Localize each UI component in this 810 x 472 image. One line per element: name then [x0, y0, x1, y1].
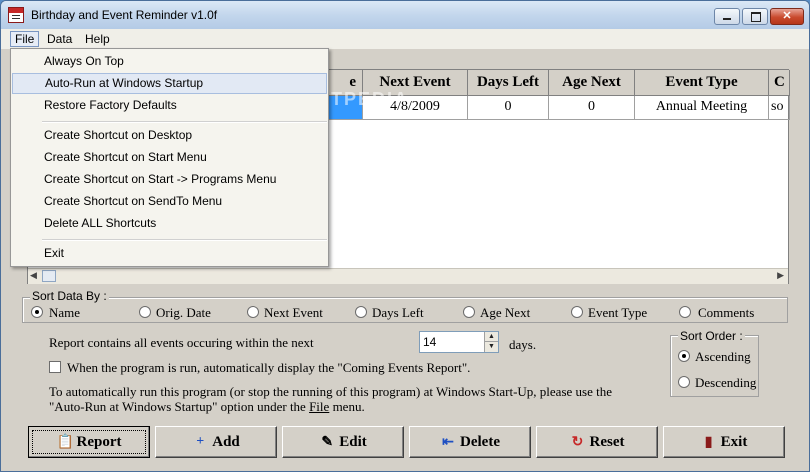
days-spinner-value[interactable]: 14	[423, 335, 436, 349]
add-icon: +	[196, 434, 205, 449]
menu-bar: File Data Help	[1, 29, 809, 49]
calendar-icon[interactable]	[8, 7, 24, 23]
auto-display-checkbox[interactable]	[49, 361, 61, 373]
sort-label-days-left: Days Left	[372, 305, 424, 320]
edit-button[interactable]: ✎ Edit	[282, 426, 404, 458]
grid-cell-comments[interactable]: so	[769, 96, 790, 120]
scroll-thumb[interactable]	[42, 270, 56, 282]
menu-item-shortcut-programs[interactable]: Create Shortcut on Start -> Programs Men…	[12, 169, 327, 190]
report-button[interactable]: 📋 Report	[28, 426, 150, 458]
sort-order-label-ascending: Ascending	[695, 349, 751, 364]
menu-file[interactable]: File	[10, 31, 40, 47]
sort-order-radio-descending[interactable]	[678, 376, 690, 388]
menu-item-always-on-top[interactable]: Always On Top	[12, 51, 327, 72]
menu-item-auto-run[interactable]: Auto-Run at Windows Startup	[12, 73, 327, 94]
title-bar[interactable]: Birthday and Event Reminder v1.0f	[1, 1, 809, 29]
grid-header-comments[interactable]: C	[769, 70, 790, 96]
menu-help[interactable]: Help	[81, 31, 114, 47]
exit-door-icon: ▮	[704, 434, 713, 450]
sort-label-event-type: Event Type	[588, 305, 648, 320]
grid-cell-event-type[interactable]: Annual Meeting	[635, 96, 769, 120]
menu-item-shortcut-desktop[interactable]: Create Shortcut on Desktop	[12, 125, 327, 146]
grid-header-event-type[interactable]: Event Type	[635, 70, 769, 96]
sort-label-comments: Comments	[698, 305, 755, 320]
auto-display-label: When the program is run, automatically d…	[67, 360, 471, 375]
sort-order-label: Sort Order :	[678, 329, 745, 343]
delete-button-label: Delete	[460, 433, 500, 450]
sort-radio-comments[interactable]	[679, 306, 691, 318]
sort-data-label: Sort Data By :	[30, 289, 109, 303]
minimize-button[interactable]	[714, 8, 740, 25]
sort-radio-name[interactable]	[31, 306, 43, 318]
grid-header-next-event[interactable]: Next Event	[363, 70, 468, 96]
spin-down-icon[interactable]: ▼	[484, 342, 498, 352]
maximize-button[interactable]	[742, 8, 768, 25]
report-icon: 📋	[56, 434, 74, 450]
grid-cell-next-event[interactable]: 4/8/2009	[363, 96, 468, 120]
info-line-2-file: File	[309, 399, 330, 414]
sort-radio-days-left[interactable]	[355, 306, 367, 318]
menu-item-restore-defaults[interactable]: Restore Factory Defaults	[12, 95, 327, 116]
add-button-label: Add	[212, 433, 240, 450]
sort-order-label-descending: Descending	[695, 375, 757, 390]
reset-button-label: Reset	[589, 433, 625, 450]
sort-radio-event-type[interactable]	[571, 306, 583, 318]
info-line-2-a: "Auto-Run at Windows Startup" option und…	[49, 399, 310, 414]
close-button[interactable]	[770, 8, 804, 25]
days-spinner[interactable]: 14 ▲ ▼	[419, 331, 499, 353]
spin-up-icon[interactable]: ▲	[484, 332, 498, 342]
exit-button[interactable]: ▮ Exit	[663, 426, 785, 458]
reset-button[interactable]: ↻ Reset	[536, 426, 658, 458]
info-line-1: To automatically run this program (or st…	[49, 384, 612, 399]
scroll-left-icon[interactable]: ◀	[30, 270, 37, 281]
menu-separator	[42, 239, 327, 241]
info-line-2-b: menu.	[329, 399, 365, 414]
days-suffix: days.	[509, 337, 537, 352]
horizontal-scrollbar[interactable]: ◀ ▶	[28, 268, 788, 284]
sort-label-name: Name	[49, 305, 81, 320]
grid-cell-age-next[interactable]: 0	[549, 96, 635, 120]
app-window: Birthday and Event Reminder v1.0f File D…	[0, 0, 810, 472]
report-within-text: Report contains all events occuring with…	[49, 335, 314, 350]
menu-separator	[42, 121, 327, 123]
sort-label-next-event: Next Event	[264, 305, 323, 320]
reset-icon: ↻	[571, 434, 584, 450]
scroll-right-icon[interactable]: ▶	[777, 270, 784, 281]
menu-item-exit[interactable]: Exit	[12, 243, 327, 264]
sort-order-radio-ascending[interactable]	[678, 350, 690, 362]
menu-item-delete-shortcuts[interactable]: Delete ALL Shortcuts	[12, 213, 327, 234]
sort-label-orig-date: Orig. Date	[156, 305, 211, 320]
grid-header-age-next[interactable]: Age Next	[549, 70, 635, 96]
edit-button-label: Edit	[339, 433, 367, 450]
grid-cell-days-left[interactable]: 0	[468, 96, 549, 120]
sort-label-age-next: Age Next	[480, 305, 531, 320]
window-title: Birthday and Event Reminder v1.0f	[31, 8, 218, 22]
sort-radio-next-event[interactable]	[247, 306, 259, 318]
info-line-2: "Auto-Run at Windows Startup" option und…	[49, 399, 365, 415]
sort-radio-orig-date[interactable]	[139, 306, 151, 318]
menu-data[interactable]: Data	[43, 31, 76, 47]
sort-radio-age-next[interactable]	[463, 306, 475, 318]
menu-item-shortcut-sendto[interactable]: Create Shortcut on SendTo Menu	[12, 191, 327, 212]
add-button[interactable]: + Add	[155, 426, 277, 458]
menu-item-shortcut-start[interactable]: Create Shortcut on Start Menu	[12, 147, 327, 168]
delete-icon: ⇤	[442, 434, 454, 450]
grid-header-days-left[interactable]: Days Left	[468, 70, 549, 96]
delete-button[interactable]: ⇤ Delete	[409, 426, 531, 458]
report-button-label: Report	[76, 433, 122, 450]
file-menu-dropdown: Always On Top Auto-Run at Windows Startu…	[10, 48, 329, 267]
edit-icon: ✎	[321, 434, 334, 450]
exit-button-label: Exit	[720, 433, 748, 450]
